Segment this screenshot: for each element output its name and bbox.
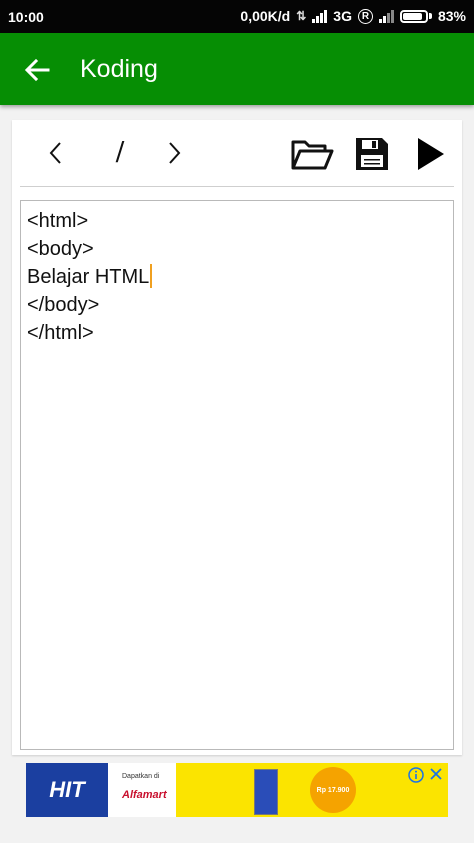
code-line: </body> xyxy=(27,294,100,316)
app-bar: Koding xyxy=(0,33,474,105)
status-time: 10:00 xyxy=(8,9,44,25)
save-button[interactable] xyxy=(352,134,392,174)
slash-button[interactable]: / xyxy=(104,134,136,170)
save-icon xyxy=(356,138,388,170)
status-icons: 0,00K/d ⇅ 3G R 83% xyxy=(240,8,466,24)
toolbar-divider xyxy=(20,186,454,187)
signal-2-icon xyxy=(378,9,394,23)
signal-icon xyxy=(312,9,328,23)
close-icon[interactable] xyxy=(428,766,444,782)
ad-tagline: Dapatkan di xyxy=(122,773,160,780)
page-title: Koding xyxy=(80,55,158,83)
play-icon xyxy=(418,138,444,170)
ad-banner[interactable]: HIT Dapatkan di Alfamart Rp 17.900 xyxy=(26,763,448,817)
code-line-current: Belajar HTML xyxy=(27,263,447,291)
ad-logo: HIT xyxy=(26,763,108,817)
open-file-button[interactable] xyxy=(290,134,334,174)
back-button[interactable] xyxy=(20,53,54,87)
chevron-right-icon xyxy=(169,142,181,164)
network-type: 3G xyxy=(333,8,352,24)
ad-price: Rp 17.900 xyxy=(310,767,356,813)
roaming-icon: R xyxy=(357,8,373,24)
code-editor[interactable]: <html> <body> Belajar HTML </body> </htm… xyxy=(20,200,454,750)
info-icon[interactable] xyxy=(408,767,424,783)
ad-product-image xyxy=(254,769,278,815)
battery-icon xyxy=(399,9,428,23)
editor-card: / <html> <body> Belajar HTML </body> </h… xyxy=(12,120,462,755)
code-line: <html> xyxy=(27,210,89,232)
text-caret xyxy=(150,264,153,288)
code-line: </html> xyxy=(27,322,94,344)
data-arrows-icon: ⇅ xyxy=(296,9,307,23)
network-speed: 0,00K/d xyxy=(240,8,291,24)
code-line-text: Belajar HTML xyxy=(27,266,150,288)
battery-level: 83% xyxy=(437,8,466,24)
code-line: <body> xyxy=(27,238,94,260)
undo-button[interactable] xyxy=(40,137,72,169)
editor-toolbar: / xyxy=(12,120,462,186)
arrow-left-icon xyxy=(24,58,50,82)
ad-store: Alfamart xyxy=(122,789,167,801)
run-button[interactable] xyxy=(412,134,448,174)
chevron-left-icon xyxy=(49,142,61,164)
battery-tip xyxy=(428,13,432,19)
status-bar: 10:00 0,00K/d ⇅ 3G R 83% xyxy=(0,0,474,33)
redo-button[interactable] xyxy=(158,137,190,169)
folder-open-icon xyxy=(291,140,334,170)
